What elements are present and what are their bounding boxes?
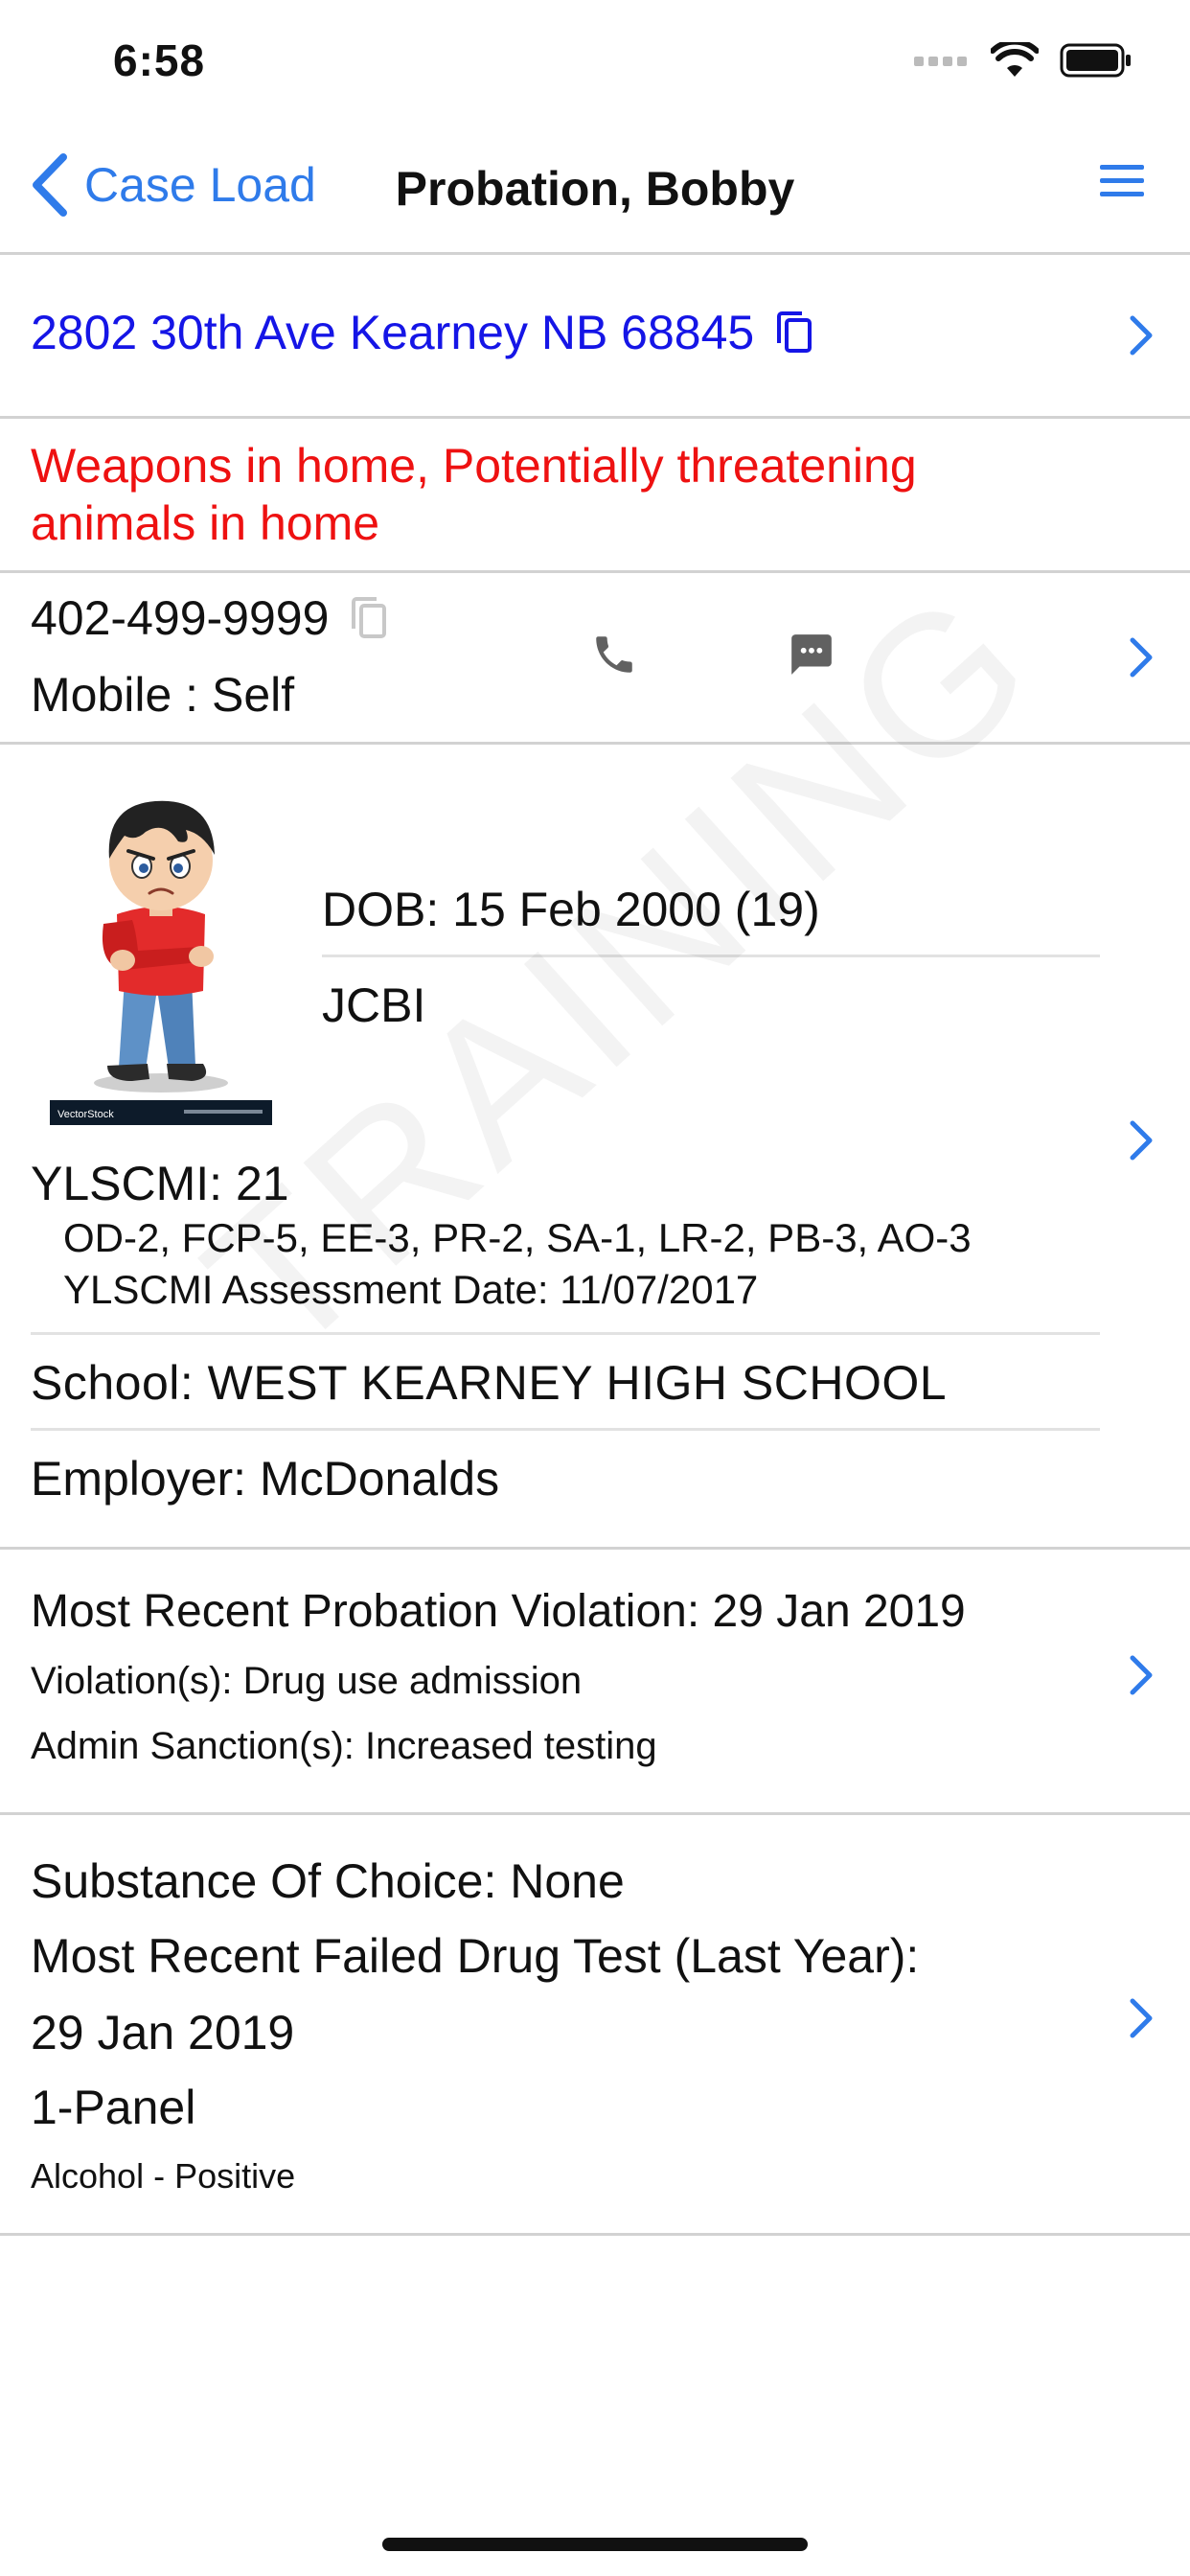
message-icon[interactable] [788,631,835,678]
date-of-birth: DOB: 15 Feb 2000 (19) [322,883,820,936]
substance-of-choice: Substance Of Choice: None [31,1854,625,1908]
cellular-signal-icon [914,57,967,66]
address-text: 2802 30th Ave Kearney NB 68845 [31,306,755,359]
dob-divider [322,954,1100,957]
avatar-watermark: VectorStock [57,1109,114,1120]
drug-test-result: Alcohol - Positive [31,2156,296,2196]
back-button-label: Case Load [84,158,316,212]
address-divider [0,416,1190,419]
hamburger-menu-icon [1100,165,1144,196]
back-button[interactable]: Case Load [31,153,316,217]
ylscmi-domain-scores: OD-2, FCP-5, EE-3, PR-2, SA-1, LR-2, PB-… [63,1215,972,1260]
employer: Employer: McDonalds [31,1452,500,1506]
phone-chevron-right-icon [1130,637,1153,678]
violation-chevron-right-icon [1130,1655,1153,1695]
violation-list: Violation(s): Drug use admission [31,1660,583,1702]
ylscmi-divider [31,1332,1100,1335]
jurisdiction: JCBI [322,978,426,1032]
phone-number-text: 402-499-9999 [31,591,330,645]
status-icons [914,42,1133,79]
chevron-left-icon [33,153,67,217]
profile-chevron-right-icon [1130,1120,1153,1161]
admin-sanctions: Admin Sanction(s): Increased testing [31,1725,657,1767]
wifi-icon [991,42,1039,77]
client-avatar: VectorStock [50,800,272,1125]
phone-number: 402-499-9999 [31,590,388,646]
failed-drug-test-label: Most Recent Failed Drug Test (Last Year)… [31,1929,920,1983]
copy-icon[interactable] [775,310,813,355]
status-time: 6:58 [113,35,206,85]
ylscmi-assessment-date: YLSCMI Assessment Date: 11/07/2017 [63,1267,759,1312]
failed-drug-test-date: 29 Jan 2019 [31,2006,295,2059]
phone-call-icon[interactable] [590,631,638,678]
safety-warning: Weapons in home, Potentially threatening… [31,439,917,550]
battery-icon [1060,43,1131,78]
phone-type: Mobile : Self [31,668,295,722]
address-chevron-right-icon [1130,315,1153,356]
school: School: WEST KEARNEY HIGH SCHOOL [31,1356,948,1410]
ylscmi-score: YLSCMI: 21 [31,1157,289,1210]
drug-test-panel: 1-Panel [31,2081,196,2134]
home-indicator[interactable] [382,2538,808,2551]
drug-test-divider [0,2233,1190,2236]
drug-test-chevron-right-icon [1130,1998,1153,2038]
copy-icon[interactable] [350,596,388,640]
menu-button[interactable] [1100,165,1144,202]
recent-violation: Most Recent Probation Violation: 29 Jan … [31,1586,966,1637]
school-divider [31,1428,1100,1431]
address-link[interactable]: 2802 30th Ave Kearney NB 68845 [31,305,813,360]
